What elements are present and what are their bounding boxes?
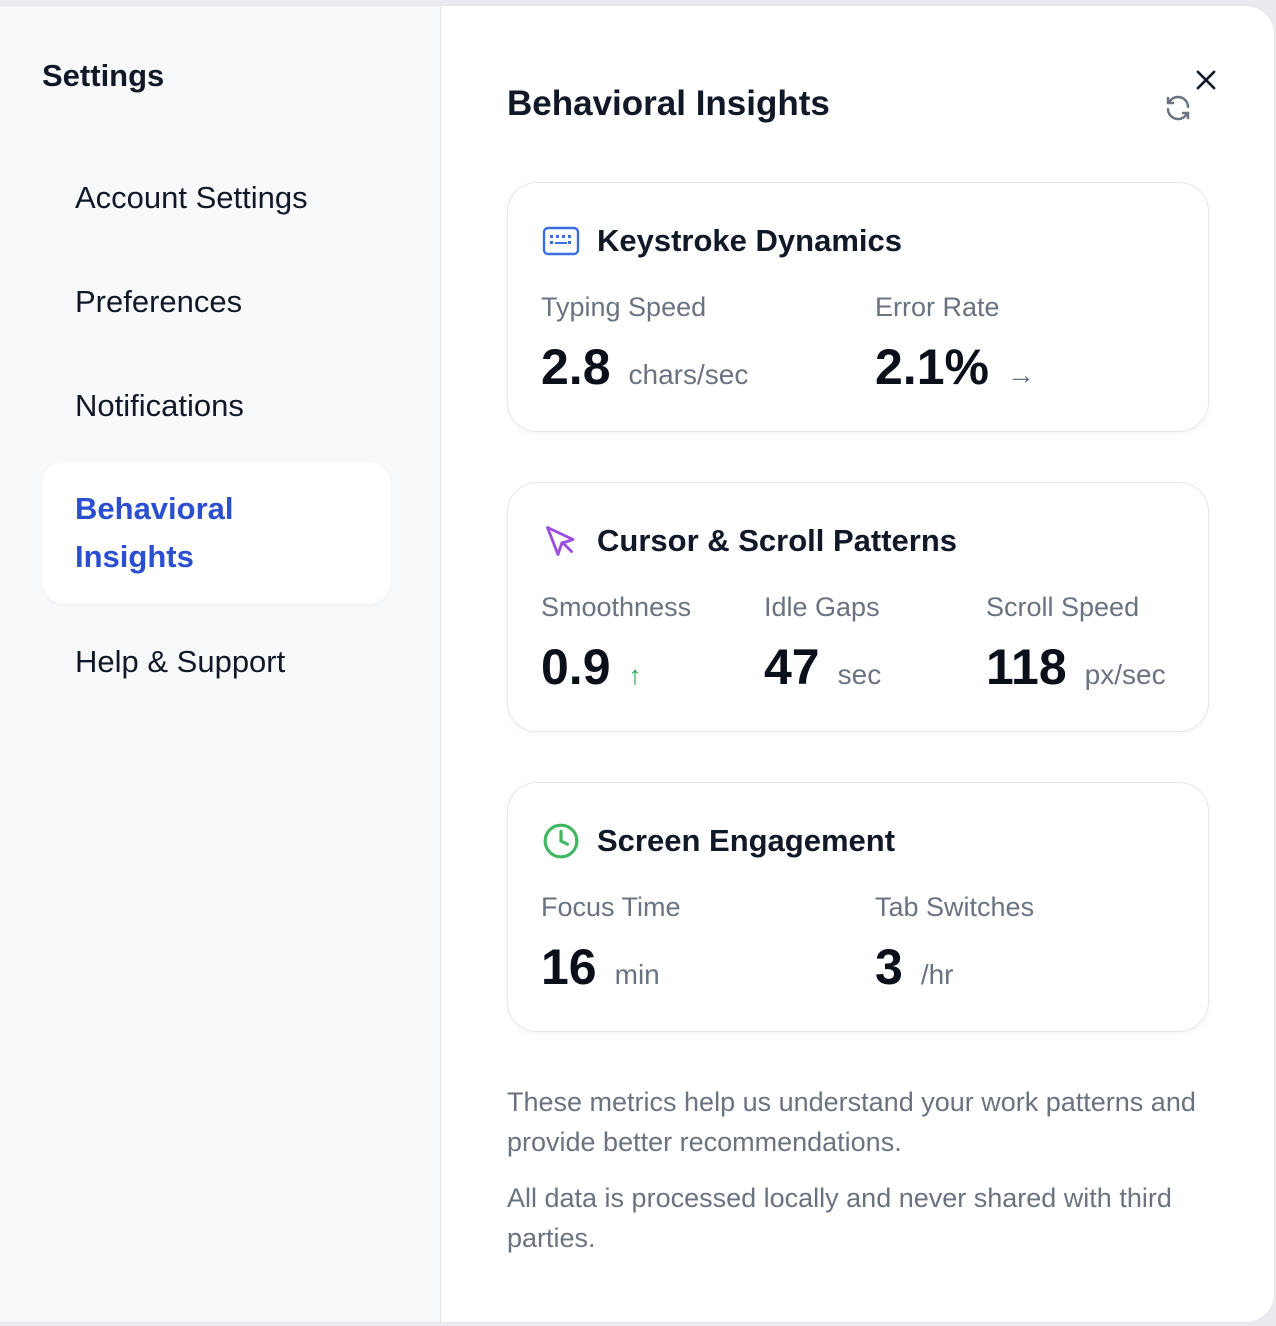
footer-description: These metrics help us understand your wo… [507, 1087, 1196, 1157]
sidebar-item-notifications[interactable]: Notifications [42, 382, 391, 430]
metric-unit: min [614, 959, 660, 990]
card-title: Keystroke Dynamics [597, 223, 902, 258]
metric-value: 118 [986, 639, 1067, 695]
tab-switches-metric: Tab Switches 3 /hr [875, 889, 1034, 995]
metric-label: Scroll Speed [986, 592, 1140, 622]
error-rate-metric: Error Rate 2.1% → [875, 289, 1035, 395]
close-icon [1196, 70, 1216, 90]
metric-label: Focus Time [541, 892, 681, 922]
metric-unit: sec [837, 659, 882, 690]
scroll-speed-metric: Scroll Speed 118 px/sec [986, 589, 1166, 695]
cursor-icon [541, 521, 581, 561]
sidebar-item-account-settings[interactable]: Account Settings [42, 174, 391, 222]
metric-value: 2.8 [541, 339, 611, 395]
sidebar: Settings Account Settings Preferences No… [0, 6, 441, 1322]
metric-label: Smoothness [541, 592, 692, 622]
cursor-scroll-card: Cursor & Scroll Patterns Smoothness 0.9 … [507, 482, 1209, 732]
trend-up-arrow-icon: ↑ [628, 660, 642, 690]
focus-time-metric: Focus Time 16 min [541, 889, 681, 995]
metric-value: 16 [541, 939, 597, 995]
sidebar-item-label: Behavioral Insights [75, 491, 234, 574]
metric-unit: chars/sec [628, 359, 749, 390]
metric-value: 2.1% [875, 339, 989, 395]
card-title: Cursor & Scroll Patterns [597, 523, 958, 558]
sidebar-item-label: Help & Support [75, 644, 286, 679]
metric-value: 3 [875, 939, 903, 995]
sidebar-item-label: Account Settings [75, 180, 308, 215]
metric-unit: /hr [920, 959, 954, 990]
metric-label: Tab Switches [875, 892, 1035, 922]
metric-label: Error Rate [875, 292, 1000, 322]
footer-privacy-note: All data is processed locally and never … [507, 1183, 1172, 1253]
sidebar-item-preferences[interactable]: Preferences [42, 278, 391, 326]
sidebar-item-label: Notifications [75, 388, 244, 423]
card-title: Screen Engagement [597, 823, 896, 858]
page-title: Behavioral Insights [507, 84, 830, 123]
trend-flat-arrow-icon: → [1006, 359, 1035, 390]
sidebar-item-behavioral-insights[interactable]: Behavioral Insights [42, 462, 391, 604]
screen-engagement-card: Screen Engagement Focus Time 16 min Tab … [507, 782, 1209, 1032]
metric-value: 47 [764, 639, 820, 695]
settings-dialog: Settings Account Settings Preferences No… [0, 6, 1274, 1322]
sidebar-title: Settings [42, 58, 165, 93]
sidebar-item-help-support[interactable]: Help & Support [42, 638, 391, 686]
metric-label: Idle Gaps [764, 592, 880, 622]
sidebar-item-label: Preferences [75, 284, 243, 319]
typing-speed-metric: Typing Speed 2.8 chars/sec [541, 289, 748, 395]
keystroke-dynamics-card: Keystroke Dynamics Typing Speed 2.8 char… [507, 182, 1209, 432]
idle-gaps-metric: Idle Gaps 47 sec [764, 589, 881, 695]
clock-icon [541, 821, 581, 861]
keyboard-icon [541, 221, 581, 261]
metric-label: Typing Speed [541, 292, 707, 322]
close-button[interactable] [1188, 62, 1224, 98]
metric-unit: px/sec [1084, 659, 1166, 690]
metric-value: 0.9 [541, 639, 611, 695]
smoothness-metric: Smoothness 0.9 ↑ [541, 589, 691, 695]
